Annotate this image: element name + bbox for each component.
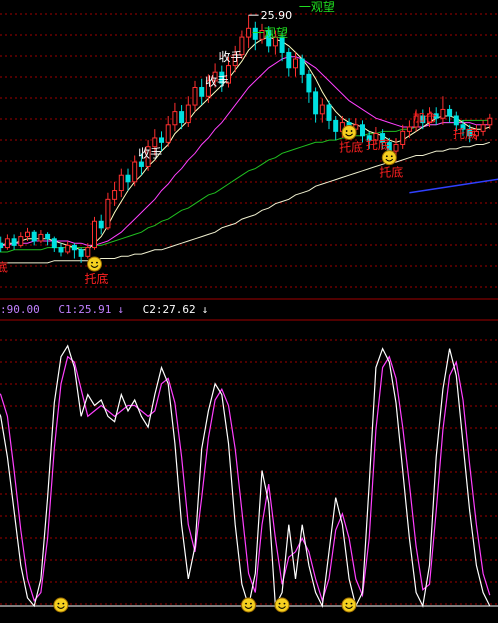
candle-body [487,117,493,126]
candle-body [152,137,158,148]
candle-body [326,104,332,121]
candle-body [11,238,17,246]
candle-body [92,220,97,249]
candle-body [51,238,57,249]
indicator-value-0-label: :90.00 [0,303,40,316]
signal-label: 收手 [205,74,229,88]
candle-body [98,220,104,229]
signal-label: 一观望 [252,26,288,40]
candle-body [313,91,319,115]
candle-body [393,144,399,152]
candle-body [125,174,131,183]
high-marker-label: 25.90 [261,9,293,22]
candle-body [85,247,91,257]
candle-body [165,124,171,143]
signal-label: 托底 [0,260,8,275]
candle-body [185,104,191,124]
candle-body [333,119,339,132]
candle-body [179,111,185,124]
candle-body [132,161,138,183]
signal-label: 托底 [366,137,390,152]
indicator-header: :90.00 C1:25.91 ↓ C2:27.62 ↓ [0,303,220,319]
candle-body [18,236,24,246]
candle-body [65,244,71,253]
candle-body [105,198,111,229]
candle-body [172,111,178,126]
smile-icon [274,597,290,613]
signal-label: 收手 [219,50,243,64]
smile-icon [241,597,256,613]
candle-body [138,161,144,167]
candle-body [71,244,77,251]
smile-icon [381,150,397,166]
indicator-value-c1: C1:25.91 ↓ [58,303,130,316]
candle-body [199,87,205,97]
indicator-value-c2-label: C2:27.62 [142,303,196,316]
candle-body [440,108,446,119]
indicator-value-c1-label: C1:25.91 [58,303,112,316]
signal-label: 托底 [85,271,109,286]
candle-body [299,58,305,75]
trend-line [409,178,498,194]
candle-body [25,231,30,238]
candle-body [293,58,298,69]
candle-body [286,51,292,69]
signal-label: 托底 [453,126,477,141]
signal-label: 收手 [138,147,162,161]
candle-body [31,231,37,242]
candle-body [480,124,486,132]
ma-mid-line [0,56,490,246]
signal-label: 加仓 [413,110,437,124]
oscillator-d-line [0,355,491,603]
smile-icon [341,124,357,140]
candle-body [406,126,412,132]
candle-body [0,242,4,249]
candle-body [246,27,252,38]
candle-body [306,73,312,93]
candle-body [319,104,325,115]
candle-body [159,137,164,143]
smile-icon [53,597,69,613]
down-arrow-icon: ↓ [201,303,209,316]
signal-label: 托底 [339,139,363,154]
signal-label: 托底 [379,165,403,180]
candle-body [192,87,198,106]
indicator-value-c2: C2:27.62 ↓ [143,303,215,316]
smile-icon [341,597,357,613]
candle-body [4,238,10,249]
down-arrow-icon: ↓ [117,303,124,316]
candle-body [453,115,459,126]
candle-body [112,190,118,200]
indicator-value-0: :90.00 [0,303,46,316]
signal-label: 一观望 [299,0,335,14]
candle-body [38,233,44,242]
candle-body [118,174,124,192]
candle-body [400,130,406,146]
candle-body [58,247,64,253]
candle-body [45,233,51,240]
candle-body [78,249,84,257]
candle-body [360,124,365,137]
smile-icon [87,256,102,272]
candle-body [447,108,453,117]
oscillator-k-line [0,344,491,609]
